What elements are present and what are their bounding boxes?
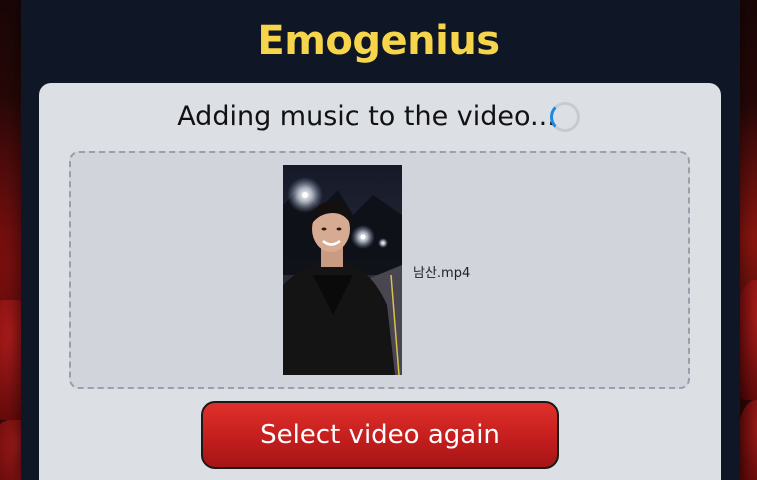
- status-text: Adding music to the video...: [177, 101, 556, 132]
- app-title: Emogenius: [257, 18, 500, 64]
- loading-spinner-icon: [549, 101, 580, 132]
- video-thumbnail: [283, 165, 402, 375]
- select-video-again-button[interactable]: Select video again: [201, 401, 559, 469]
- processing-status: Adding music to the video...: [0, 100, 757, 132]
- file-name: 남산.mp4: [413, 266, 471, 281]
- background-seat: [738, 400, 757, 480]
